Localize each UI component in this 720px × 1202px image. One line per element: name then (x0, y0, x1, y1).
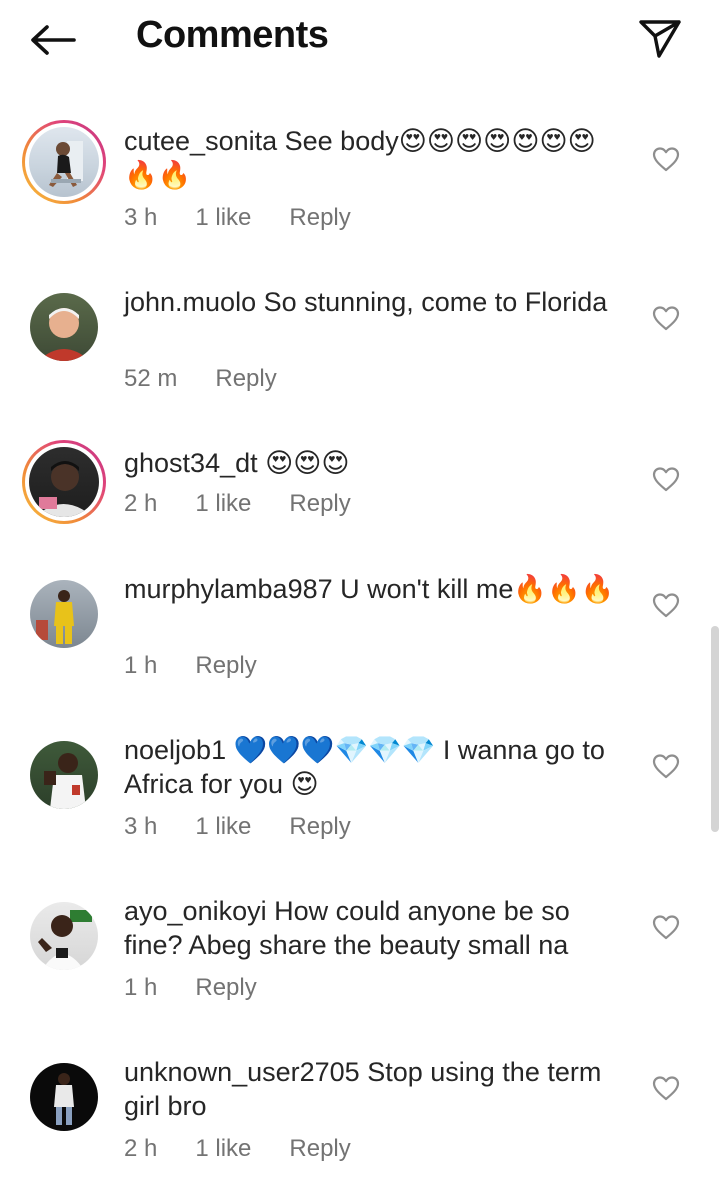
heart-icon[interactable] (652, 466, 680, 492)
comment-username[interactable]: cutee_sonita (124, 126, 277, 156)
comment-time: 2 h (124, 490, 158, 517)
heart-icon[interactable] (652, 1075, 680, 1101)
avatar (30, 580, 98, 648)
comment-text: noeljob1 💙💙💙💎💎💎 I wanna go to Africa for… (124, 733, 624, 801)
comment-meta: 2 h 1 like Reply (124, 490, 351, 518)
comment-time: 3 h (124, 204, 158, 231)
comment-time: 3 h (124, 813, 158, 840)
heart-icon[interactable] (652, 592, 680, 618)
comment-text: cutee_sonita See body😍😍😍😍😍😍😍🔥🔥 (124, 124, 624, 192)
comment-likes[interactable]: 1 like (195, 813, 251, 841)
comment-item: ghost34_dt 😍😍😍 2 h 1 like Reply (0, 440, 720, 530)
avatar-wrap[interactable] (22, 894, 106, 978)
comment-meta: 52 m Reply (124, 365, 277, 393)
arrow-left-icon (31, 25, 76, 55)
comment-username[interactable]: john.muolo (124, 287, 256, 317)
comment-text: ayo_onikoyi How could anyone be so fine?… (124, 894, 624, 962)
reply-button[interactable]: Reply (195, 652, 256, 680)
reply-button[interactable]: Reply (289, 813, 350, 841)
comment-likes[interactable]: 1 like (195, 204, 251, 232)
share-button[interactable] (634, 16, 686, 62)
heart-icon[interactable] (652, 753, 680, 779)
comment-meta: 2 h 1 like Reply (124, 1135, 351, 1163)
comment-item: ayo_onikoyi How could anyone be so fine?… (0, 894, 720, 1004)
comment-username[interactable]: ghost34_dt (124, 448, 258, 478)
reply-button[interactable]: Reply (289, 204, 350, 232)
comment-meta: 3 h 1 like Reply (124, 204, 351, 232)
comment-username[interactable]: unknown_user2705 (124, 1057, 360, 1087)
comment-time: 1 h (124, 974, 158, 1001)
comment-time: 52 m (124, 365, 178, 392)
comment-meta: 1 h Reply (124, 974, 257, 1002)
comment-text: unknown_user2705 Stop using the term gir… (124, 1055, 624, 1123)
comment-body: U won't kill me🔥🔥🔥 (340, 574, 615, 604)
comment-username[interactable]: noeljob1 (124, 735, 226, 765)
comment-likes[interactable]: 1 like (195, 490, 251, 518)
comment-item: murphylamba987 U won't kill me🔥🔥🔥 1 h Re… (0, 572, 720, 682)
avatar-story-ring[interactable] (22, 440, 106, 524)
comment-item: unknown_user2705 Stop using the term gir… (0, 1055, 720, 1175)
avatar-wrap[interactable] (22, 1055, 106, 1139)
comment-time: 1 h (124, 652, 158, 679)
avatar (30, 293, 98, 361)
comment-username[interactable]: murphylamba987 (124, 574, 333, 604)
comment-likes[interactable]: 1 like (195, 1135, 251, 1163)
reply-button[interactable]: Reply (195, 974, 256, 1002)
comment-meta: 3 h 1 like Reply (124, 813, 351, 841)
reply-button[interactable]: Reply (289, 1135, 350, 1163)
avatar (29, 127, 99, 197)
avatar-story-ring[interactable] (22, 120, 106, 204)
avatar-wrap[interactable] (22, 572, 106, 656)
heart-icon[interactable] (652, 914, 680, 940)
reply-button[interactable]: Reply (289, 490, 350, 518)
avatar (30, 741, 98, 809)
comment-body: 😍😍😍 (265, 448, 350, 478)
paper-plane-icon (639, 20, 681, 58)
comment-text: john.muolo So stunning, come to Florida (124, 285, 624, 319)
avatar (29, 447, 99, 517)
avatar-wrap[interactable] (22, 285, 106, 369)
comment-meta: 1 h Reply (124, 652, 257, 680)
back-button[interactable] (28, 20, 78, 60)
heart-icon[interactable] (652, 305, 680, 331)
comment-item: noeljob1 💙💙💙💎💎💎 I wanna go to Africa for… (0, 733, 720, 843)
page-title: Comments (136, 14, 329, 56)
comment-text: murphylamba987 U won't kill me🔥🔥🔥 (124, 572, 624, 606)
reply-button[interactable]: Reply (215, 365, 276, 393)
avatar (30, 902, 98, 970)
avatar-wrap[interactable] (22, 733, 106, 817)
comment-time: 2 h (124, 1135, 158, 1162)
top-bar: Comments (0, 0, 720, 80)
comment-item: cutee_sonita See body😍😍😍😍😍😍😍🔥🔥 3 h 1 lik… (0, 120, 720, 250)
comment-item: john.muolo So stunning, come to Florida … (0, 285, 720, 395)
comment-body: So stunning, come to Florida (263, 287, 608, 317)
comment-text: ghost34_dt 😍😍😍 (124, 446, 624, 480)
scrollbar-thumb[interactable] (711, 626, 719, 832)
comment-username[interactable]: ayo_onikoyi (124, 896, 267, 926)
avatar (30, 1063, 98, 1131)
heart-icon[interactable] (652, 146, 680, 172)
